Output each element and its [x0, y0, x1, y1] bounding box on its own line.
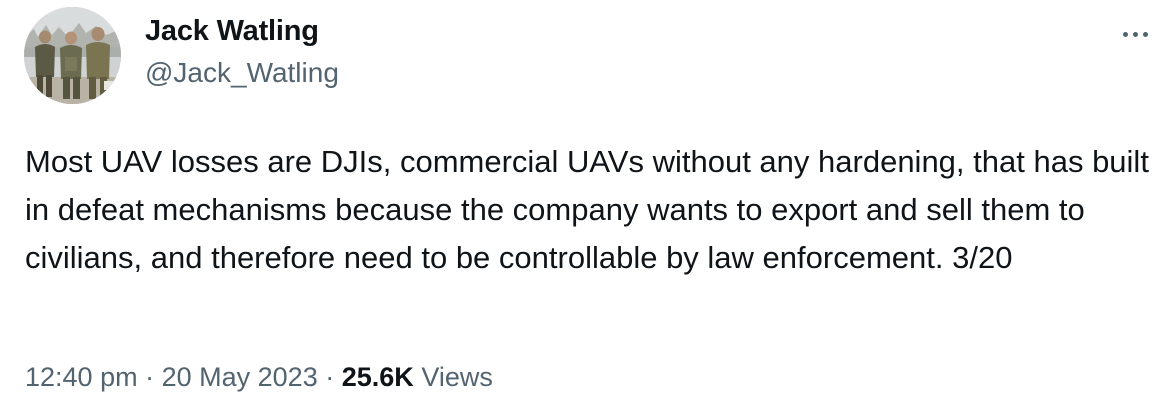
meta-separator: ·	[325, 362, 335, 392]
author-display-name[interactable]: Jack Watling	[145, 15, 319, 48]
avatar-image	[24, 7, 121, 104]
meta-separator: ·	[145, 362, 155, 392]
avatar[interactable]	[24, 7, 121, 104]
tweet-meta: 12:40 pm · 20 May 2023 · 25.6K Views	[25, 362, 493, 393]
more-options-button[interactable]	[1117, 16, 1153, 52]
tweet-text: Most UAV losses are DJIs, commercial UAV…	[25, 144, 1149, 275]
views-label: Views	[421, 362, 493, 392]
author-handle[interactable]: @Jack_Watling	[145, 57, 339, 89]
tweet-date[interactable]: 20 May 2023	[162, 362, 318, 392]
tweet-time[interactable]: 12:40 pm	[25, 362, 138, 392]
more-horizontal-icon	[1122, 31, 1128, 37]
views-count[interactable]: 25.6K	[342, 362, 414, 392]
